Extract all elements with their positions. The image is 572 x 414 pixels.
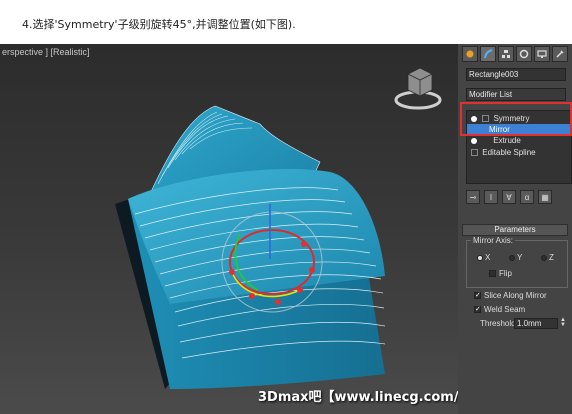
show-end-result-icon[interactable]: Ι	[484, 190, 498, 204]
checkbox-checked-icon: ✓	[474, 306, 481, 313]
parameters-title: Parameters	[494, 225, 536, 234]
make-unique-icon[interactable]: ∀	[502, 190, 516, 204]
threshold-label: Threshold:	[480, 319, 518, 328]
axis-x-label: X	[485, 253, 491, 262]
create-icon[interactable]	[462, 46, 478, 62]
modify-icon[interactable]	[480, 46, 496, 62]
command-panel-tabs	[462, 46, 570, 64]
weld-label: Weld Seam	[484, 305, 526, 314]
viewcube-icon	[394, 67, 442, 110]
radio-dot	[509, 254, 515, 261]
hierarchy-icon[interactable]	[498, 46, 514, 62]
stack-item-label: Editable Spline	[482, 148, 536, 157]
caption-text: 4.选择'Symmetry'子级别旋转45°,并调整位置(如下图).	[22, 18, 296, 31]
stack-item-label: Extrude	[493, 136, 521, 145]
stack-toolbar: ⊸ Ι ∀ ɑ ▦	[466, 188, 572, 206]
caption-bar: 4.选择'Symmetry'子级别旋转45°,并调整位置(如下图).	[0, 0, 572, 42]
slice-along-mirror-checkbox[interactable]: ✓ Slice Along Mirror	[474, 291, 547, 300]
stack-highlight-box	[460, 102, 572, 136]
configure-modifier-sets-icon[interactable]: ▦	[538, 190, 552, 204]
axis-x-radio[interactable]: X	[477, 253, 490, 262]
motion-icon[interactable]	[516, 46, 532, 62]
axis-y-label: Y	[517, 253, 523, 262]
weld-seam-checkbox[interactable]: ✓ Weld Seam	[474, 305, 525, 314]
radio-dot	[477, 254, 483, 261]
remove-modifier-icon[interactable]: ɑ	[520, 190, 534, 204]
mirror-axis-group: Mirror Axis: X Y Z Flip	[466, 236, 568, 288]
axis-y-radio[interactable]: Y	[509, 253, 522, 262]
spinner-arrows-icon[interactable]: ▲ ▼	[560, 317, 566, 329]
axis-z-label: Z	[549, 253, 554, 262]
checkbox-box	[489, 270, 496, 277]
slice-label: Slice Along Mirror	[484, 291, 547, 300]
stack-item-extrude[interactable]: Extrude	[467, 135, 571, 146]
stack-item-editable-spline[interactable]: Editable Spline	[467, 147, 571, 158]
display-icon[interactable]	[534, 46, 550, 62]
utilities-icon[interactable]	[552, 46, 568, 62]
checkbox-checked-icon: ✓	[474, 292, 481, 299]
plus-icon[interactable]	[471, 149, 478, 157]
mirror-axis-label: Mirror Axis:	[471, 236, 515, 245]
perspective-viewport[interactable]: erspective ] [Realistic]	[0, 44, 458, 414]
command-panel: Rectangle003 Modifier List Symmetry Mirr…	[458, 44, 572, 414]
viewport-scene	[115, 67, 442, 389]
axis-z-radio[interactable]: Z	[541, 253, 554, 262]
flip-label: Flip	[499, 269, 512, 278]
viewport-label[interactable]: erspective ] [Realistic]	[2, 47, 90, 57]
lightbulb-icon[interactable]	[471, 137, 477, 144]
parameters-rollout-header[interactable]: Parameters	[462, 224, 568, 236]
pin-stack-icon[interactable]: ⊸	[466, 190, 480, 204]
flip-checkbox[interactable]: Flip	[489, 269, 512, 278]
modifier-list-dropdown[interactable]: Modifier List	[466, 88, 566, 101]
radio-dot	[541, 254, 547, 261]
object-name-field[interactable]: Rectangle003	[466, 68, 566, 81]
threshold-spinner[interactable]: 1.0mm	[514, 318, 558, 329]
